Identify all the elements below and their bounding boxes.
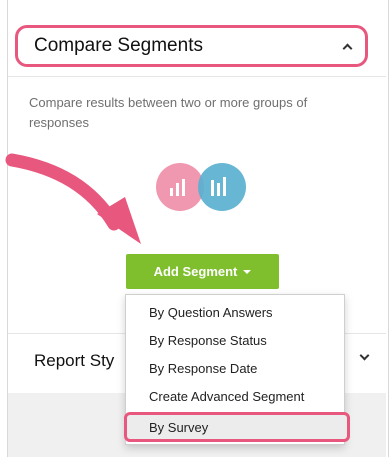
add-segment-label: Add Segment [153,264,238,279]
chevron-up-icon[interactable] [342,43,353,53]
report-style-title[interactable]: Report Sty [34,351,114,371]
compare-segments-header[interactable]: Compare Segments [15,25,368,67]
menu-item-create-advanced-segment[interactable]: Create Advanced Segment [126,383,344,409]
compare-segments-description: Compare results between two or more grou… [29,95,308,130]
divider [8,76,386,77]
compare-segments-icon [156,163,246,211]
compare-segments-title: Compare Segments [34,35,203,56]
menu-item-by-survey[interactable]: By Survey [124,412,350,442]
segment-dropdown-menu: By Question Answers By Response Status B… [124,294,350,445]
menu-item-by-response-status[interactable]: By Response Status [126,327,344,353]
add-segment-button[interactable]: Add Segment [126,254,279,289]
arrow-icon [5,153,141,244]
menu-item-by-response-date[interactable]: By Response Date [126,355,344,381]
menu-item-by-question-answers[interactable]: By Question Answers [126,299,344,325]
caret-down-icon [243,269,252,274]
